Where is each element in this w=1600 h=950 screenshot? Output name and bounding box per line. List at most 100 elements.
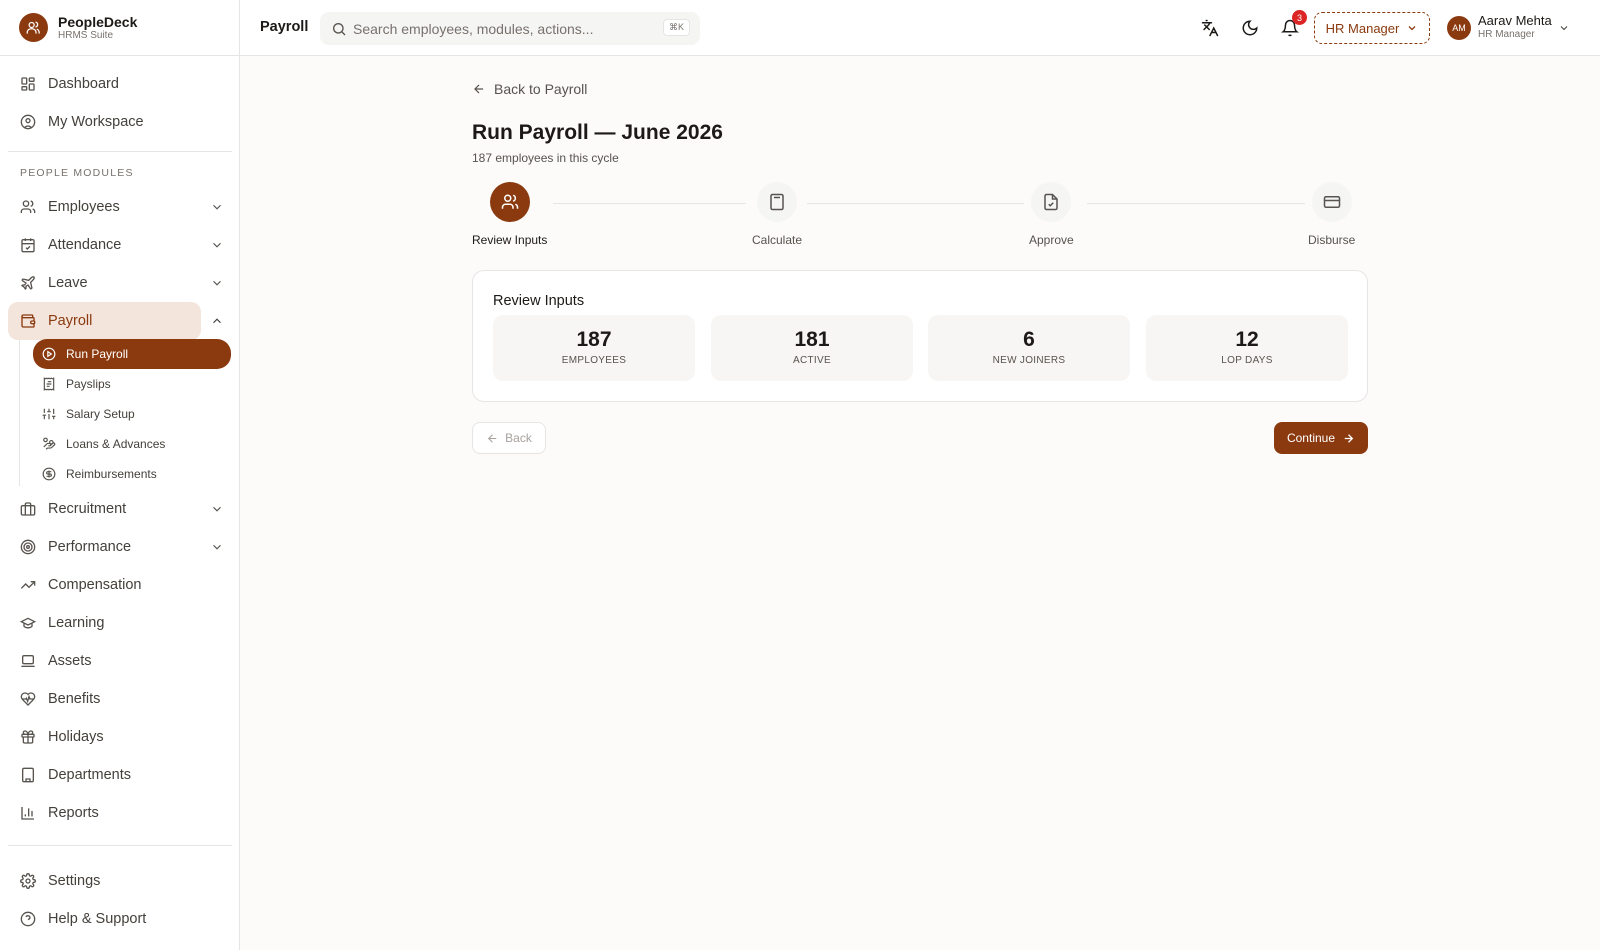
sidebar-item-holidays[interactable]: Holidays: [8, 718, 232, 756]
chevron-down-icon: [213, 544, 221, 550]
sidebar-item-label: Employees: [48, 199, 120, 215]
moon-icon[interactable]: [1241, 19, 1259, 37]
role-label: HR Manager: [1325, 20, 1400, 36]
help-circle-icon: [20, 911, 36, 927]
sidebar-item-label: Assets: [48, 653, 92, 669]
payroll-stepper: Review Inputs Calculate Approve Disburse: [472, 182, 1372, 248]
sidebar-item-label: Learning: [48, 615, 105, 631]
sidebar-item-label: Benefits: [48, 691, 101, 707]
stat-value: 187: [576, 328, 612, 351]
receipt-icon: [43, 377, 55, 391]
sidebar-item-label: Dashboard: [48, 76, 119, 92]
sidebar-subitem-salary-setup[interactable]: Salary Setup: [33, 399, 232, 429]
sidebar-subitem-reimbursements[interactable]: Reimbursements: [33, 459, 232, 489]
chevron-down-icon[interactable]: [1558, 22, 1570, 34]
role-switcher[interactable]: HR Manager: [1314, 12, 1430, 44]
sidebar-item-compensation[interactable]: Compensation: [8, 566, 232, 604]
sidebar-item-label: Payroll: [48, 313, 93, 329]
back-button-label: Back: [505, 431, 532, 445]
badge-dollar-icon: [42, 467, 56, 481]
sidebar-item-my-workspace[interactable]: My Workspace: [8, 103, 232, 141]
translate-icon[interactable]: [1201, 19, 1219, 37]
sidebar-item-attendance[interactable]: Attendance: [8, 226, 232, 264]
user-role: HR Manager: [1478, 29, 1535, 40]
step-disburse[interactable]: Disburse: [1308, 182, 1355, 247]
sidebar-subitem-label: Reimbursements: [66, 467, 157, 481]
continue-button-label: Continue: [1286, 431, 1336, 445]
sidebar-divider: [8, 845, 232, 846]
search-icon: [333, 22, 346, 35]
stat-value: 6: [1023, 328, 1035, 351]
search-input[interactable]: Search employees, modules, actions... ⌘K: [320, 12, 700, 45]
stat-value: 12: [1235, 328, 1259, 351]
step-label: Calculate: [752, 233, 803, 247]
sidebar-item-employees[interactable]: Employees: [8, 188, 232, 226]
calculator-icon: [757, 182, 798, 222]
back-button[interactable]: Back: [472, 422, 546, 454]
sidebar-subitem-label: Payslips: [66, 377, 111, 391]
play-circle-icon: [42, 347, 56, 361]
stat-lop-days: 12 LOP DAYS: [1146, 315, 1348, 381]
file-check-icon: [1031, 182, 1072, 222]
user-name[interactable]: Aarav Mehta: [1478, 13, 1552, 28]
sidebar-item-payroll[interactable]: Payroll: [8, 302, 221, 340]
sidebar-item-label: Compensation: [48, 577, 142, 593]
sliders-icon: [42, 408, 56, 420]
search-placeholder: Search employees, modules, actions...: [353, 20, 594, 37]
brand[interactable]: PeopleDeck HRMS Suite: [0, 0, 239, 56]
sidebar-item-benefits[interactable]: Benefits: [8, 680, 232, 718]
briefcase-icon: [20, 502, 36, 516]
continue-button[interactable]: Continue: [1274, 422, 1368, 454]
arrow-left-icon: [488, 433, 497, 443]
step-label: Review Inputs: [472, 233, 548, 247]
back-link-label: Back to Payroll: [494, 81, 588, 97]
step-approve[interactable]: Approve: [1029, 182, 1074, 247]
sidebar-item-label: My Workspace: [48, 114, 144, 130]
search-shortcut: ⌘K: [662, 19, 690, 36]
sidebar-item-settings[interactable]: Settings: [8, 862, 232, 900]
stat-label: ACTIVE: [793, 355, 831, 366]
sidebar-item-reports[interactable]: Reports: [8, 794, 232, 832]
stat-label: LOP DAYS: [1221, 355, 1273, 366]
page-subtitle: 187 employees in this cycle: [472, 151, 619, 165]
users-icon: [20, 200, 36, 213]
chevron-down-icon: [213, 280, 221, 286]
sidebar-subitem-label: Loans & Advances: [66, 437, 166, 451]
arrow-right-icon: [1344, 433, 1354, 443]
sidebar-item-leave[interactable]: Leave: [8, 264, 232, 302]
chevron-down-icon: [213, 506, 221, 512]
sidebar-subitem-run-payroll[interactable]: Run Payroll: [33, 339, 231, 369]
sidebar-item-label: Attendance: [48, 237, 122, 253]
step-label: Approve: [1029, 233, 1074, 247]
sidebar-item-label: Recruitment: [48, 501, 127, 517]
payroll-subnav: Run Payroll Payslips Salary Setup Loans …: [19, 339, 232, 486]
sidebar-item-dashboard[interactable]: Dashboard: [8, 65, 232, 103]
sidebar-item-assets[interactable]: Assets: [8, 642, 232, 680]
main-content: Back to Payroll Run Payroll — June 2026 …: [240, 56, 1600, 950]
stepper-connector: [553, 203, 746, 204]
stat-new-joiners: 6 NEW JOINERS: [928, 315, 1130, 381]
sidebar-subitem-payslips[interactable]: Payslips: [33, 369, 232, 399]
avatar[interactable]: AM: [1447, 16, 1471, 40]
credit-card-icon: [1311, 182, 1352, 222]
trending-up-icon: [20, 581, 36, 589]
sidebar-subitem-loans-advances[interactable]: Loans & Advances: [33, 429, 232, 459]
sidebar-item-performance[interactable]: Performance: [8, 528, 232, 566]
grid-icon: [21, 77, 35, 91]
notification-badge: 3: [1292, 10, 1307, 25]
sidebar-item-recruitment[interactable]: Recruitment: [8, 490, 232, 528]
topbar: Payroll Search employees, modules, actio…: [240, 0, 1600, 56]
sidebar-item-help-support[interactable]: Help & Support: [8, 900, 232, 938]
step-review-inputs[interactable]: Review Inputs: [472, 182, 547, 247]
sidebar-subitem-label: Salary Setup: [66, 407, 135, 421]
gear-icon: [20, 873, 36, 889]
back-to-payroll-link[interactable]: Back to Payroll: [472, 81, 587, 97]
sidebar: PeopleDeck HRMS Suite Dashboard My Works…: [0, 0, 240, 950]
user-circle-icon: [20, 114, 36, 130]
step-calculate[interactable]: Calculate: [752, 182, 802, 247]
sidebar-item-departments[interactable]: Departments: [8, 756, 232, 794]
target-icon: [20, 539, 36, 555]
users-icon: [489, 182, 530, 222]
logo-icon: [19, 13, 48, 42]
sidebar-item-learning[interactable]: Learning: [8, 604, 232, 642]
